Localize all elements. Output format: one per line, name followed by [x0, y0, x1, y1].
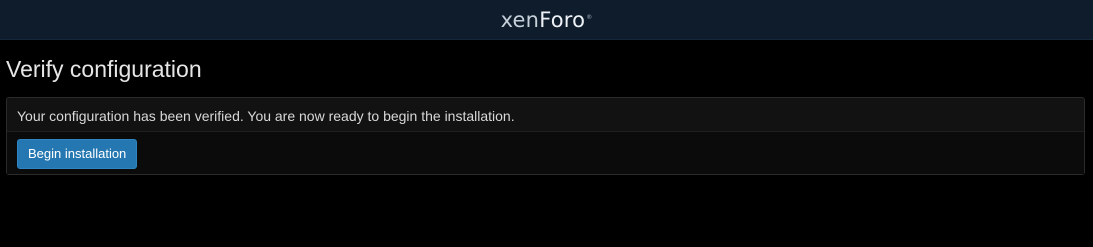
- verification-message-row: Your configuration has been verified. Yo…: [7, 98, 1084, 132]
- block-footer: Begin installation: [7, 132, 1084, 174]
- begin-installation-button[interactable]: Begin installation: [17, 138, 138, 169]
- verification-message: Your configuration has been verified. Yo…: [17, 107, 515, 124]
- logo-suffix: Foro: [539, 8, 586, 32]
- top-header-bar: xenForo®: [0, 0, 1093, 40]
- logo-registered-mark: ®: [586, 14, 593, 21]
- page-title: Verify configuration: [6, 56, 202, 82]
- verification-block: Your configuration has been verified. Yo…: [6, 97, 1085, 175]
- xenforo-logo: xenForo®: [501, 10, 593, 31]
- logo-prefix: xen: [500, 8, 540, 32]
